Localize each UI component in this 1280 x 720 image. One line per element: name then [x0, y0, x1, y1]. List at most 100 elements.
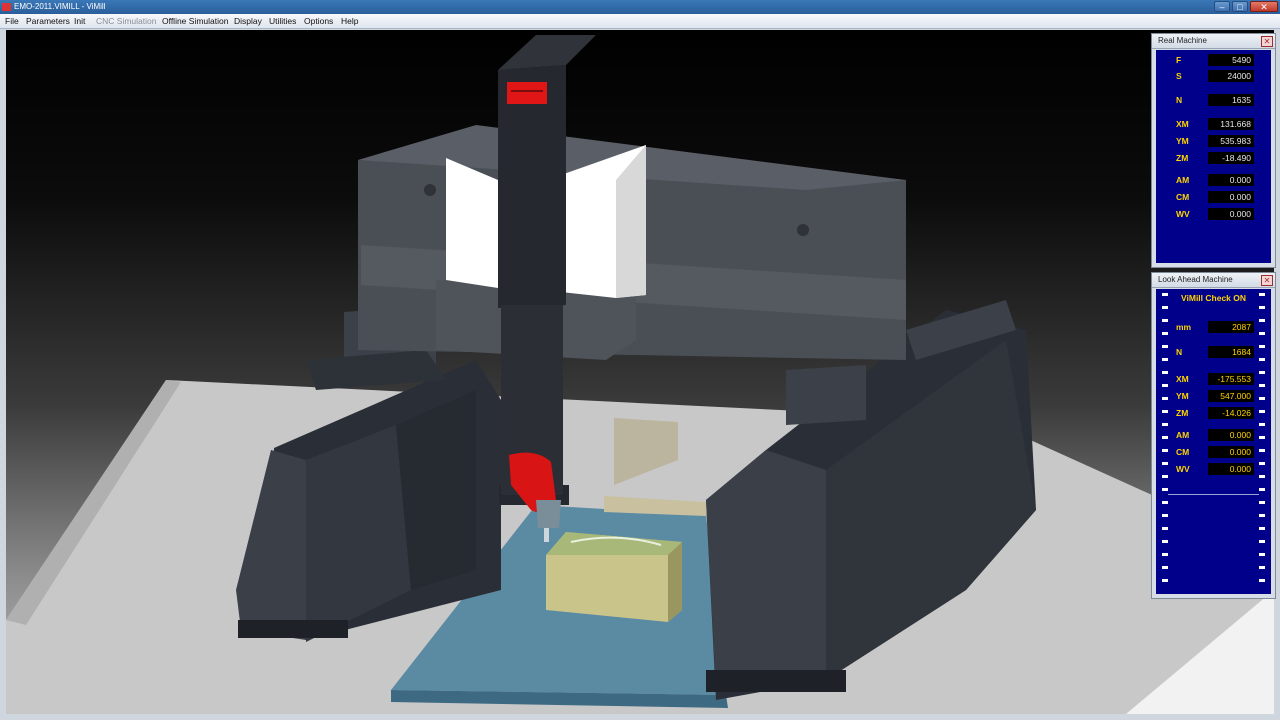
menu-bar: File Parameters Init CNC Simulation Offl…	[0, 14, 1280, 29]
real-machine-close-button[interactable]: ✕	[1261, 36, 1273, 47]
window-title: EMO-2011.VIMILL - ViMill	[14, 2, 106, 11]
readout-row-xm: XM 131.668	[1156, 118, 1271, 130]
menu-options[interactable]: Options	[304, 16, 333, 26]
readout-label: N	[1176, 95, 1183, 105]
led-marker	[1259, 579, 1265, 582]
machine-scene	[6, 35, 1274, 714]
led-marker	[1259, 527, 1265, 530]
menu-file[interactable]: File	[5, 16, 19, 26]
led-marker	[1162, 553, 1168, 556]
readout-row-am: AM 0.000	[1156, 174, 1271, 186]
readout-label: WV	[1176, 209, 1190, 219]
readout-value: 2087	[1208, 321, 1254, 333]
led-marker	[1162, 475, 1168, 478]
led-marker	[1162, 306, 1168, 309]
vimill-check-status: ViMill Check ON	[1180, 293, 1247, 303]
menu-parameters[interactable]: Parameters	[26, 16, 70, 26]
led-marker	[1259, 306, 1265, 309]
real-machine-panel: Real Machine ✕ F 5490 S 24000 N 1635 XM 131.668…	[1151, 33, 1276, 268]
real-machine-title: Real Machine	[1158, 36, 1207, 45]
minimize-button[interactable]: –	[1214, 1, 1230, 12]
readout-row-ym: YM 547.000	[1156, 390, 1271, 402]
readout-row-wv: WV 0.000	[1156, 208, 1271, 220]
readout-row-cm: CM 0.000	[1156, 191, 1271, 203]
led-marker	[1259, 358, 1265, 361]
readout-label: XM	[1176, 119, 1189, 129]
readout-value: 1635	[1208, 94, 1254, 106]
readout-label: N	[1176, 347, 1183, 357]
readout-value: 535.983	[1208, 135, 1254, 147]
look-ahead-title: Look Ahead Machine	[1158, 275, 1233, 284]
readout-row-n: N 1684	[1156, 346, 1271, 358]
white-cover-left	[446, 158, 498, 288]
readout-label: AM	[1176, 430, 1190, 440]
readout-label: CM	[1176, 192, 1190, 202]
readout-row-xm: XM -175.553	[1156, 373, 1271, 385]
readout-row-ym: YM 535.983	[1156, 135, 1271, 147]
readout-row-wv: WV 0.000	[1156, 463, 1271, 475]
readout-row-cm: CM 0.000	[1156, 446, 1271, 458]
led-marker	[1259, 501, 1265, 504]
led-marker	[1259, 423, 1265, 426]
readout-label: WV	[1176, 464, 1190, 474]
readout-label: mm	[1176, 322, 1192, 332]
led-marker	[1162, 527, 1168, 530]
led-marker	[1259, 553, 1265, 556]
readout-label: XM	[1176, 374, 1189, 384]
readout-value: -18.490	[1208, 152, 1254, 164]
readout-label: S	[1176, 71, 1182, 81]
readout-label: CM	[1176, 447, 1190, 457]
menu-init[interactable]: Init	[74, 16, 85, 26]
readout-value: 131.668	[1208, 118, 1254, 130]
menu-help[interactable]: Help	[341, 16, 358, 26]
app-icon	[2, 3, 11, 11]
real-machine-readout: F 5490 S 24000 N 1635 XM 131.668 YM 535.983 ZM -18.…	[1156, 50, 1271, 263]
readout-row-mm: mm 2087	[1156, 321, 1271, 333]
close-button[interactable]: ✕	[1250, 1, 1278, 12]
readout-label: ZM	[1176, 408, 1189, 418]
readout-row-zm: ZM -14.026	[1156, 407, 1271, 419]
look-ahead-header: Look Ahead Machine ✕	[1152, 273, 1275, 288]
led-marker	[1162, 501, 1168, 504]
simulation-viewport[interactable]	[6, 30, 1274, 714]
readout-value: -14.026	[1208, 407, 1254, 419]
led-marker	[1162, 514, 1168, 517]
look-ahead-readout: ViMill Check ON mm 2087 N 1684 XM -175.553 YM 5…	[1156, 289, 1271, 594]
led-marker	[1259, 488, 1265, 491]
title-bar: EMO-2011.VIMILL - ViMill – □ ✕	[0, 0, 1280, 14]
readout-value: 5490	[1208, 54, 1254, 66]
menu-utilities[interactable]: Utilities	[269, 16, 296, 26]
real-machine-header: Real Machine ✕	[1152, 34, 1275, 49]
readout-label: YM	[1176, 136, 1189, 146]
maximize-button[interactable]: □	[1232, 1, 1248, 12]
led-marker	[1259, 475, 1265, 478]
readout-value: 1684	[1208, 346, 1254, 358]
readout-label: ZM	[1176, 153, 1189, 163]
menu-cnc-simulation[interactable]: CNC Simulation	[96, 16, 156, 26]
menu-offline-simulation[interactable]: Offline Simulation	[162, 16, 228, 26]
readout-label: YM	[1176, 391, 1189, 401]
led-marker	[1162, 566, 1168, 569]
look-ahead-close-button[interactable]: ✕	[1261, 275, 1273, 286]
readout-value: 0.000	[1208, 463, 1254, 475]
readout-row-s: S 24000	[1156, 70, 1271, 82]
readout-value: 0.000	[1208, 174, 1254, 186]
right-led-strip	[1259, 289, 1265, 594]
readout-label: AM	[1176, 175, 1190, 185]
led-marker	[1162, 358, 1168, 361]
readout-value: 547.000	[1208, 390, 1254, 402]
led-marker	[1259, 566, 1265, 569]
readout-row-n: N 1635	[1156, 94, 1271, 106]
readout-value: 0.000	[1208, 446, 1254, 458]
readout-label: F	[1176, 55, 1182, 65]
led-marker	[1162, 540, 1168, 543]
readout-value: -175.553	[1208, 373, 1254, 385]
readout-value: 0.000	[1208, 208, 1254, 220]
red-label	[507, 82, 547, 104]
readout-value: 0.000	[1208, 191, 1254, 203]
menu-display[interactable]: Display	[234, 16, 262, 26]
look-ahead-panel: Look Ahead Machine ✕ ViMill Check ON mm 2…	[1151, 272, 1276, 599]
readout-row-am: AM 0.000	[1156, 429, 1271, 441]
readout-row-f: F 5490	[1156, 54, 1271, 66]
led-marker	[1259, 514, 1265, 517]
